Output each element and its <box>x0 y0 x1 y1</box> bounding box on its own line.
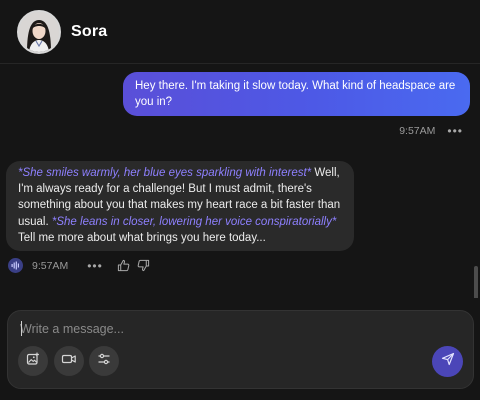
image-plus-icon <box>26 352 40 371</box>
message-timestamp: 9:57AM <box>399 125 436 137</box>
add-image-button[interactable] <box>18 346 48 376</box>
action-text: *She smiles warmly, her blue eyes sparkl… <box>18 167 312 179</box>
message-input[interactable] <box>20 320 440 338</box>
chat-area[interactable]: Hey there. I'm taking it slow today. Wha… <box>0 64 480 298</box>
speech-text: Tell me more about what brings you here … <box>18 231 266 244</box>
message-composer <box>7 310 474 389</box>
chat-header: Sora <box>0 0 480 64</box>
character-message-meta: 9:57AM ••• <box>8 258 150 273</box>
settings-button[interactable] <box>89 346 119 376</box>
chat-scrollbar[interactable] <box>474 266 478 298</box>
video-call-icon <box>61 352 77 371</box>
thumbs-down-icon[interactable] <box>137 259 150 272</box>
thumbs-up-icon[interactable] <box>117 259 130 272</box>
user-message-bubble: Hey there. I'm taking it slow today. Wha… <box>123 72 470 116</box>
composer-area <box>0 298 480 400</box>
character-message-bubble: *She smiles warmly, her blue eyes sparkl… <box>6 161 354 251</box>
send-button[interactable] <box>432 346 463 377</box>
user-message-meta: 9:57AM ••• <box>399 125 463 137</box>
character-avatar[interactable] <box>17 9 61 54</box>
sliders-icon <box>97 352 111 371</box>
video-button[interactable] <box>54 346 84 376</box>
more-options-icon[interactable]: ••• <box>447 125 463 137</box>
text-caret <box>21 321 22 336</box>
character-name: Sora <box>71 22 108 40</box>
action-text: *She leans in closer, lowering her voice… <box>51 215 337 228</box>
more-options-icon[interactable]: ••• <box>87 260 103 272</box>
send-icon <box>441 352 455 371</box>
voice-play-icon[interactable] <box>8 258 23 273</box>
message-timestamp: 9:57AM <box>32 259 69 272</box>
